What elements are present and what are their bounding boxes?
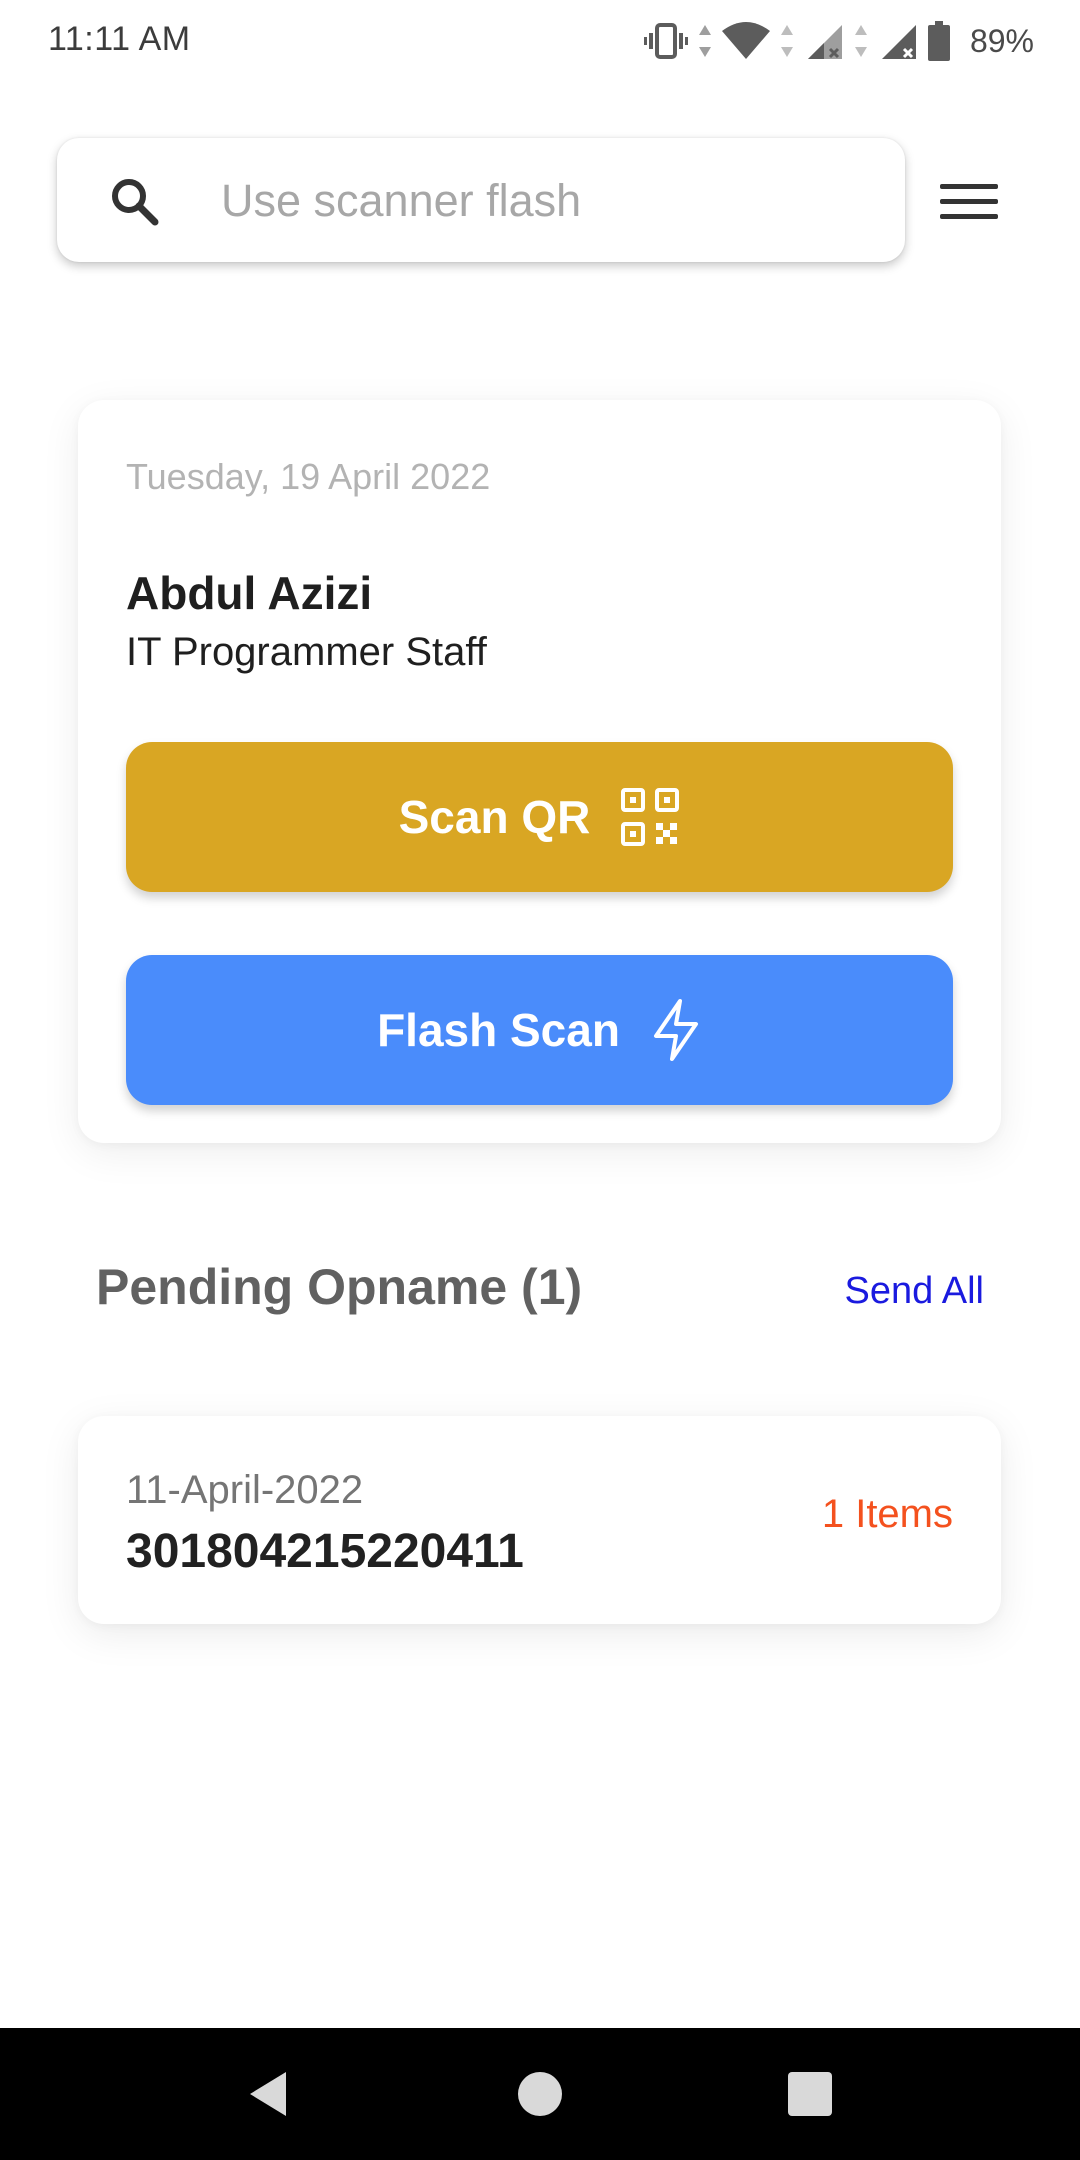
status-bar: 11:11 AM 89% <box>0 0 1080 84</box>
vibrate-icon <box>643 23 688 59</box>
menu-icon-bar <box>940 213 998 219</box>
signal-icon <box>881 25 916 59</box>
pending-item-code: 301804215220411 <box>126 1525 524 1578</box>
flash-scan-button[interactable]: Flash Scan <box>126 955 953 1105</box>
back-icon[interactable] <box>240 2064 300 2124</box>
menu-icon-bar <box>940 198 998 204</box>
scan-qr-button[interactable]: Scan QR <box>126 742 953 892</box>
lightning-icon <box>653 999 698 1061</box>
search-bar <box>57 138 905 262</box>
data-arrows-icon <box>698 25 711 57</box>
home-icon[interactable] <box>510 2064 570 2124</box>
navigation-bar <box>0 2028 1080 2160</box>
user-name: Abdul Azizi <box>126 567 373 619</box>
search-icon <box>112 179 159 226</box>
send-all-button[interactable]: Send All <box>845 1270 984 1313</box>
data-arrows-icon <box>854 25 867 57</box>
pending-opname-title: Pending Opname (1) <box>96 1259 583 1315</box>
qr-code-icon <box>621 788 680 846</box>
status-time: 11:11 AM <box>48 20 191 58</box>
profile-card: Tuesday, 19 April 2022 Abdul Azizi IT Pr… <box>78 400 1001 1143</box>
wifi-icon <box>721 22 770 59</box>
data-arrows-icon <box>780 25 793 57</box>
pending-item-count: 1 Items <box>821 1492 953 1536</box>
scan-qr-label: Scan QR <box>398 791 591 843</box>
battery-icon <box>927 21 950 61</box>
pending-item[interactable]: 11-April-2022 301804215220411 1 Items <box>78 1416 1001 1624</box>
signal-icon <box>807 25 842 59</box>
user-role: IT Programmer Staff <box>126 630 487 674</box>
pending-item-date: 11-April-2022 <box>126 1468 364 1512</box>
current-date: Tuesday, 19 April 2022 <box>126 456 491 497</box>
search-input[interactable] <box>221 166 861 236</box>
status-icons: 89% <box>643 18 1034 64</box>
recent-apps-icon[interactable] <box>780 2064 840 2124</box>
menu-button[interactable] <box>940 170 1002 232</box>
menu-icon-bar <box>940 183 998 189</box>
flash-scan-label: Flash Scan <box>377 1004 620 1056</box>
battery-percentage: 89% <box>969 22 1034 59</box>
